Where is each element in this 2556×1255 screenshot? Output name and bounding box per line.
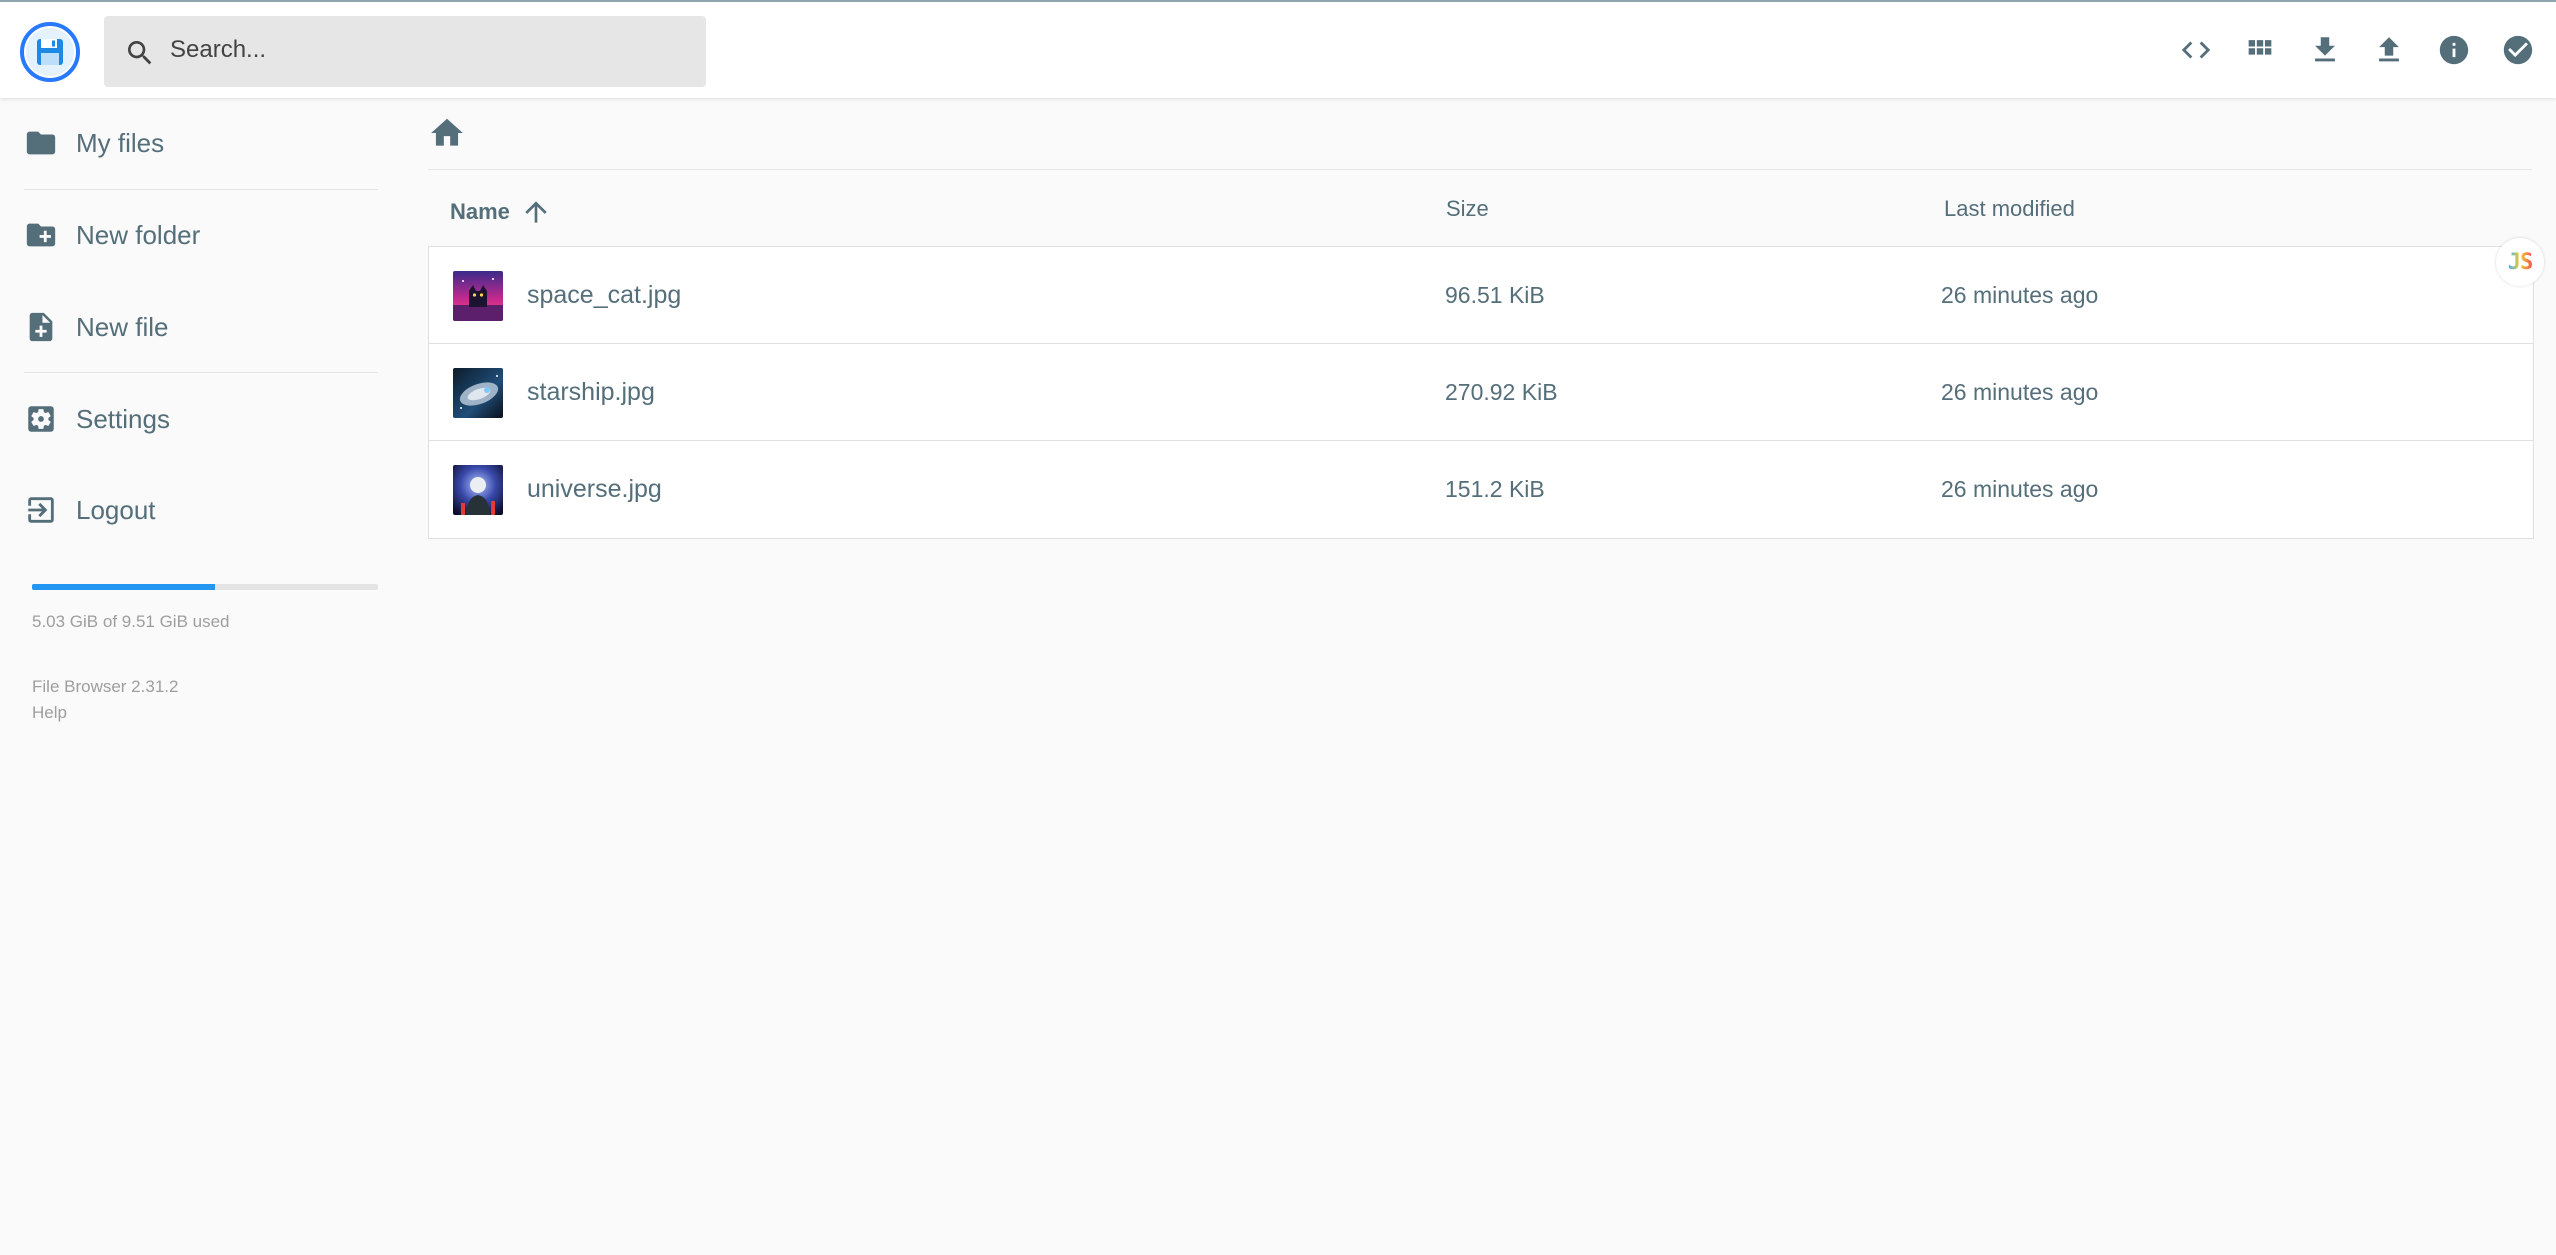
file-size: 270.92 KiB	[1445, 379, 1558, 405]
storage-usage-bar	[32, 584, 378, 590]
sidebar-item-label: New file	[76, 311, 169, 342]
upload-icon	[2379, 37, 2399, 62]
storage-usage-fill	[32, 584, 216, 590]
sidebar-item-logout[interactable]: Logout	[24, 480, 364, 540]
home-icon[interactable]	[428, 114, 466, 152]
switch-view-button[interactable]	[2240, 30, 2280, 70]
sidebar-divider	[24, 189, 378, 190]
download-button[interactable]	[2305, 30, 2345, 70]
settings-applications-icon	[28, 406, 54, 432]
file-row[interactable]: space_cat.jpg 96.51 KiB 26 minutes ago	[429, 247, 2533, 344]
file-name: universe.jpg	[527, 475, 662, 503]
credits: File Browser 2.31.2 Help	[32, 674, 178, 726]
file-size: 151.2 KiB	[1445, 476, 1545, 502]
universe-thumbnail-icon	[453, 465, 503, 515]
sidebar-item-settings[interactable]: Settings	[24, 389, 364, 449]
sidebar-item-new-folder[interactable]: New folder	[24, 205, 364, 265]
sidebar-item-my-files[interactable]: My files	[24, 113, 364, 173]
search-icon	[128, 41, 152, 65]
file-modified: 26 minutes ago	[1941, 282, 2099, 308]
select-check-icon	[2503, 35, 2533, 65]
column-header-name[interactable]: Name	[450, 196, 552, 228]
space-cat-thumbnail-icon	[453, 271, 503, 321]
download-icon	[2315, 37, 2335, 62]
file-browser-logo[interactable]	[20, 22, 80, 82]
file-name: space_cat.jpg	[527, 281, 682, 309]
grid-view-icon	[2248, 40, 2272, 55]
sidebar-item-label: New folder	[76, 219, 201, 250]
file-thumbnail	[453, 465, 503, 515]
exit-to-app-icon	[28, 497, 54, 523]
help-link[interactable]: Help	[32, 700, 178, 726]
search-input[interactable]: Search...	[170, 36, 266, 64]
breadcrumb	[428, 100, 2532, 170]
upload-button[interactable]	[2369, 30, 2409, 70]
version-text: File Browser 2.31.2	[32, 677, 179, 696]
column-header-name-label: Name	[450, 199, 510, 224]
file-thumbnail	[453, 368, 503, 418]
file-modified: 26 minutes ago	[1941, 379, 2099, 405]
file-modified: 26 minutes ago	[1941, 476, 2099, 502]
select-multiple-button[interactable]	[2498, 30, 2538, 70]
sidebar-item-label: Settings	[76, 403, 170, 434]
js-badge-text: JS	[2507, 249, 2533, 275]
file-list-header: Name Size Last modified	[428, 172, 2532, 246]
file-name: starship.jpg	[527, 378, 655, 406]
search-bar[interactable]: Search...	[104, 16, 706, 87]
sidebar-item-label: My files	[76, 127, 165, 158]
column-header-size[interactable]: Size	[1446, 196, 1489, 222]
floppy-disk-icon	[20, 22, 80, 82]
note-add-icon	[29, 312, 53, 342]
file-thumbnail	[453, 271, 503, 321]
file-row[interactable]: starship.jpg 270.92 KiB 26 minutes ago	[429, 344, 2533, 441]
file-list: space_cat.jpg 96.51 KiB 26 minutes ago s…	[428, 246, 2534, 539]
top-bar: Search...	[0, 0, 2556, 98]
sidebar-divider	[24, 372, 378, 373]
code-view-button[interactable]	[2176, 30, 2216, 70]
sidebar-item-new-file[interactable]: New file	[24, 297, 364, 357]
folder-icon	[26, 131, 56, 155]
starship-thumbnail-icon	[453, 368, 503, 418]
column-header-last-modified[interactable]: Last modified	[1944, 196, 2075, 222]
js-extension-badge[interactable]: JS	[2496, 238, 2544, 286]
file-row[interactable]: universe.jpg 151.2 KiB 26 minutes ago	[429, 441, 2533, 538]
code-icon	[2181, 41, 2211, 59]
info-icon	[2439, 35, 2469, 65]
storage-usage-text: 5.03 GiB of 9.51 GiB used	[32, 612, 230, 631]
file-size: 96.51 KiB	[1445, 282, 1545, 308]
info-button[interactable]	[2434, 30, 2474, 70]
create-new-folder-icon	[26, 223, 56, 247]
arrow-upward-icon	[525, 201, 547, 223]
sidebar-item-label: Logout	[76, 494, 156, 525]
